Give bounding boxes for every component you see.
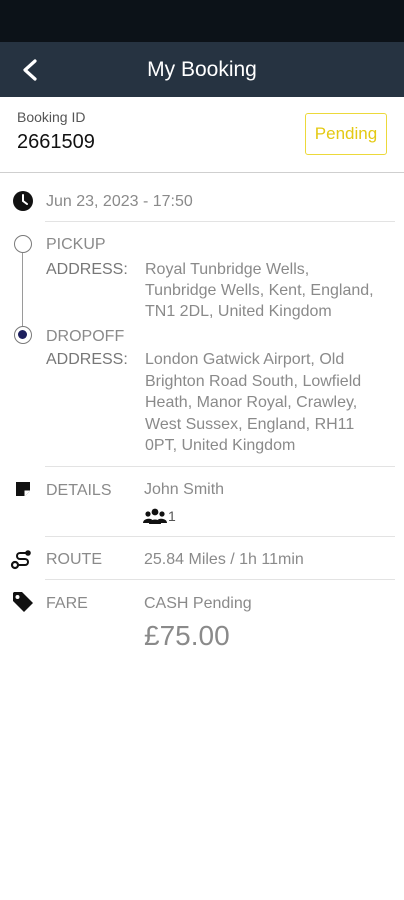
tag-icon (13, 592, 33, 612)
divider (45, 579, 395, 580)
dropoff-address-line: Heath, Manor Royal, Crawley, (145, 394, 358, 411)
dropoff-address-label: ADDRESS: (46, 351, 128, 368)
booking-datetime: Jun 23, 2023 - 17:50 (46, 193, 193, 210)
dropoff-address-line: London Gatwick Airport, Old (145, 351, 345, 368)
back-button[interactable] (14, 54, 46, 86)
passenger-name: John Smith (144, 481, 225, 498)
dropoff-address-line: Brighton Road South, Lowfield (145, 373, 362, 390)
pickup-marker (14, 235, 32, 253)
dropoff-address-line: 0PT, United Kingdom (145, 437, 296, 454)
passenger-count: 1 (168, 508, 176, 524)
pickup-address-line: Tunbridge Wells, Kent, England, (145, 282, 374, 299)
booking-id-value: 2661509 (17, 131, 95, 153)
divider (45, 466, 395, 467)
note-icon (16, 482, 30, 496)
pickup-heading: PICKUP (46, 236, 106, 253)
booking-id-label: Booking ID (17, 109, 86, 125)
pickup-address-label: ADDRESS: (46, 261, 128, 278)
dropoff-address-line: West Sussex, England, RH11 (145, 416, 355, 433)
pickup-address-line: Royal Tunbridge Wells, (145, 261, 310, 278)
route-value: 25.84 Miles / 1h 11min (144, 551, 304, 568)
status-bar (0, 0, 404, 42)
pickup-address-line: TN1 2DL, United Kingdom (145, 303, 332, 320)
people-icon (143, 508, 167, 524)
divider (45, 221, 395, 222)
booking-header: Booking ID 2661509 Pending (0, 97, 404, 173)
page-title: My Booking (147, 57, 257, 81)
dropoff-marker (14, 326, 32, 344)
divider (45, 536, 395, 537)
fare-amount: £75.00 (144, 620, 230, 651)
back-arrow-icon (23, 59, 37, 81)
fare-label: FARE (46, 595, 88, 612)
timeline-connector (22, 253, 23, 329)
dropoff-heading: DROPOFF (46, 328, 125, 345)
status-badge: Pending (305, 113, 387, 155)
route-icon (10, 550, 31, 570)
app-bar: My Booking (0, 42, 404, 97)
clock-icon (13, 191, 33, 211)
route-label: ROUTE (46, 551, 102, 568)
details-label: DETAILS (46, 482, 112, 499)
payment-status: CASH Pending (144, 595, 252, 612)
